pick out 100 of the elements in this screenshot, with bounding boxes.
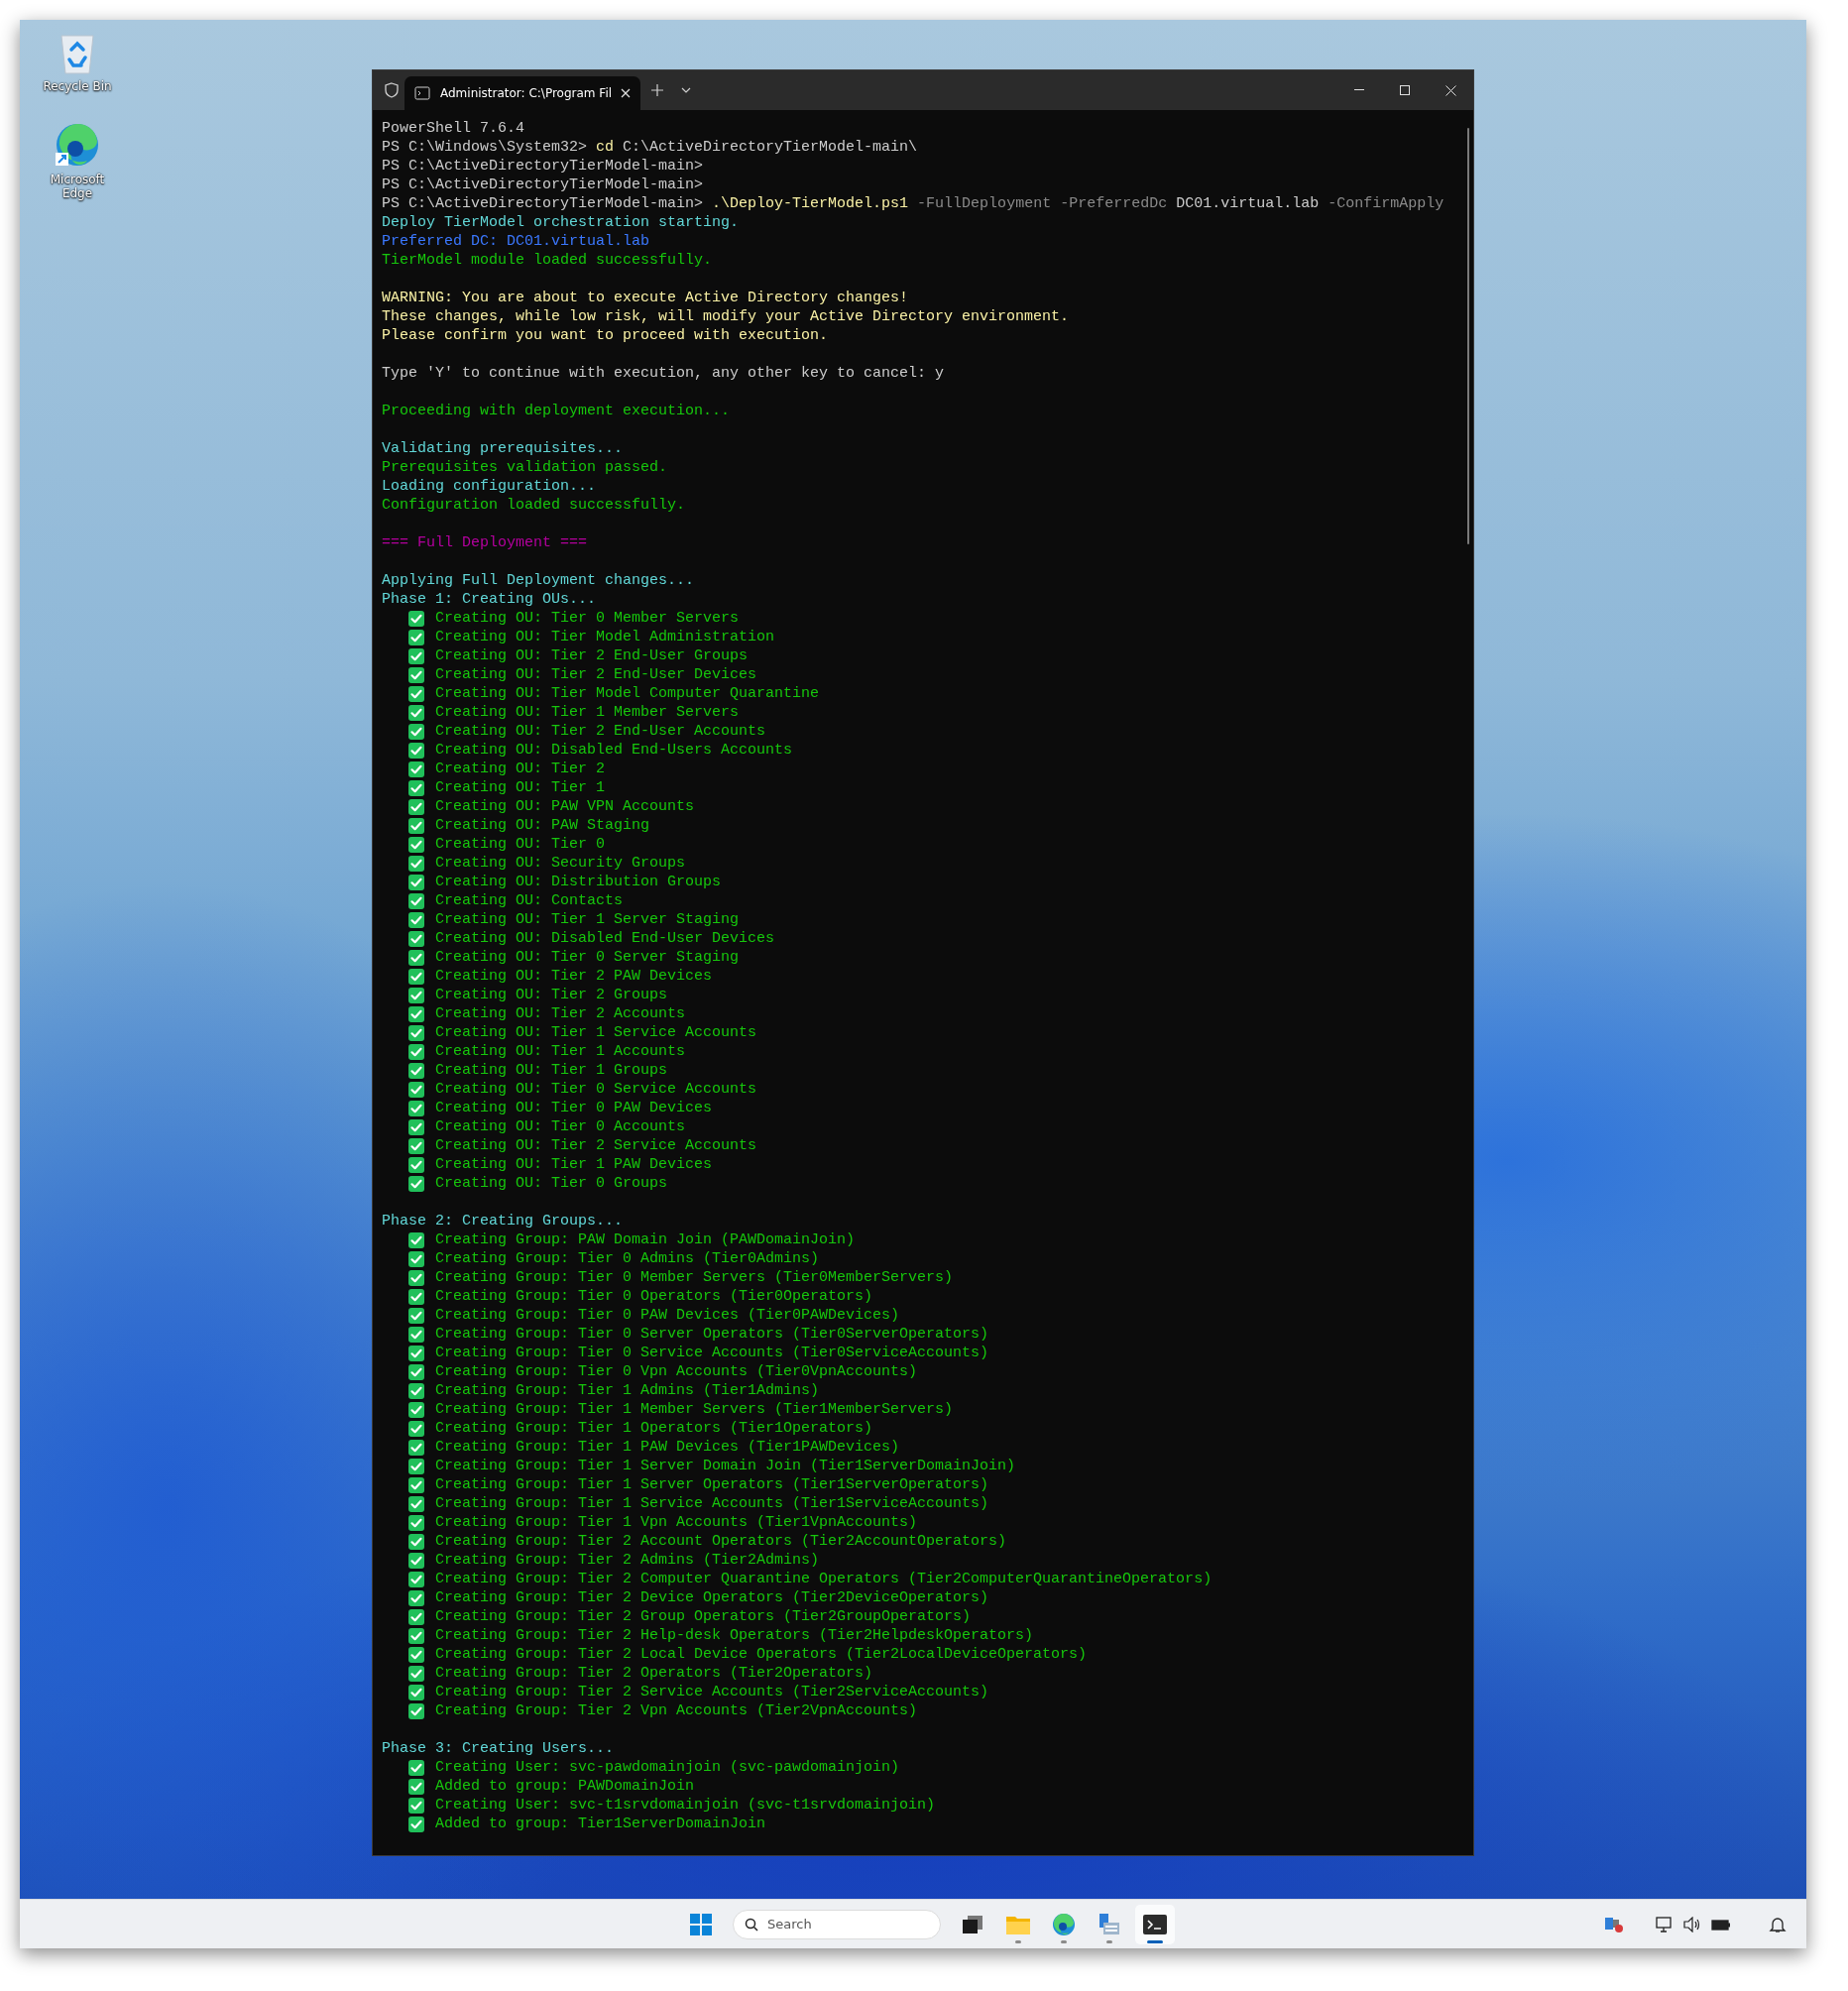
terminal-line: Creating User: svc-pawdomainjoin (svc-pawdomainjoin) (434, 1758, 900, 1777)
terminal-line: Creating Group: Tier 2 Service Accounts (Tier2ServiceAccounts) (434, 1683, 989, 1701)
terminal-line: Creating OU: Tier 0 PAW Devices (434, 1099, 713, 1117)
check-icon (408, 742, 424, 759)
terminal-line: PS C:\ActiveDirectoryTierModel-main> (382, 176, 704, 194)
terminal-line: Creating Group: Tier 0 Server Operators (Tier0ServerOperators) (434, 1325, 989, 1344)
terminal-line: Proceeding with deployment execution... (382, 402, 731, 420)
scrollbar[interactable] (1467, 128, 1469, 544)
terminal-line: Creating OU: Tier 1 Accounts (434, 1042, 686, 1061)
check-icon (408, 855, 424, 872)
terminal-line: Creating Group: Tier 0 Operators (Tier0Operators) (434, 1287, 873, 1306)
check-icon (408, 930, 424, 947)
recycle-bin-icon[interactable] (58, 32, 97, 75)
terminal-line: Creating Group: Tier 2 Admins (Tier2Admins) (434, 1551, 820, 1570)
check-icon (408, 779, 424, 796)
terminal-line: Please confirm you want to proceed with execution. (382, 326, 829, 345)
terminal-line: Creating Group: Tier 1 PAW Devices (Tier1PAWDevices) (434, 1438, 900, 1457)
terminal-line: Creating Group: Tier 2 Account Operators (Tier2AccountOperators) (434, 1532, 1007, 1551)
desktop-icon-label[interactable]: Recycle Bin (40, 79, 115, 93)
terminal-line: Creating Group: Tier 1 Server Domain Join (Tier1ServerDomainJoin) (434, 1457, 1016, 1475)
check-icon (408, 1533, 424, 1550)
terminal-line: Creating OU: Tier 2 End-User Accounts (434, 722, 766, 741)
check-icon (408, 647, 424, 664)
terminal-line: Applying Full Deployment changes... (382, 571, 695, 590)
terminal-line: These changes, while low risk, will modify your Active Directory environment. (382, 307, 1070, 326)
terminal-line: Creating OU: Tier 1 Server Staging (434, 910, 740, 929)
terminal-line: Creating User: svc-t1srvdomainjoin (svc-t1srvdomainjoin) (434, 1796, 936, 1815)
terminal-line: Creating Group: Tier 1 Admins (Tier1Admins) (434, 1381, 820, 1400)
terminal-line: Type 'Y' to continue with execution, any other key to cancel: y (382, 364, 945, 383)
terminal-line: Creating Group: Tier 2 Help-desk Operators (Tier2HelpdeskOperators) (434, 1626, 1034, 1645)
check-icon (408, 1156, 424, 1173)
terminal-line: Creating Group: Tier 0 Member Servers (Tier0MemberServers) (434, 1268, 954, 1287)
speaker-icon[interactable] (1683, 1916, 1701, 1932)
network-status-icon[interactable] (1604, 1915, 1624, 1933)
check-icon (408, 1608, 424, 1625)
check-icon (408, 987, 424, 1003)
check-icon (408, 817, 424, 834)
desktop-icon-label[interactable]: Microsoft Edge (40, 173, 115, 200)
terminal-app-icon[interactable] (1135, 1904, 1175, 1944)
terminal-line: Creating Group: Tier 1 Service Accounts (Tier1ServiceAccounts) (434, 1494, 989, 1513)
terminal-line: Creating Group: Tier 1 Server Operators (Tier1ServerOperators) (434, 1475, 989, 1494)
terminal-line: Deploy TierModel orchestration starting. (382, 213, 740, 232)
check-icon (408, 1571, 424, 1587)
terminal-line: Creating OU: PAW Staging (434, 816, 650, 835)
terminal-line: Creating Group: Tier 0 Admins (Tier0Admins) (434, 1249, 820, 1268)
check-icon (408, 1137, 424, 1154)
terminal-line: Creating Group: Tier 1 Vpn Accounts (Tier1VpnAccounts) (434, 1513, 918, 1532)
terminal-line: Creating OU: Tier 1 Groups (434, 1061, 668, 1080)
display-icon[interactable] (1656, 1916, 1674, 1932)
check-icon (408, 1797, 424, 1814)
check-icon (408, 1702, 424, 1719)
terminal-line: Added to group: Tier1ServerDomainJoin (434, 1815, 766, 1833)
check-icon (408, 1778, 424, 1795)
terminal-line: Creating Group: Tier 0 PAW Devices (Tier0PAWDevices) (434, 1306, 900, 1325)
check-icon (408, 798, 424, 815)
terminal-line: Phase 1: Creating OUs... (382, 590, 597, 609)
check-icon (408, 1514, 424, 1531)
check-icon (408, 1175, 424, 1192)
terminal-line: === Full Deployment === (382, 533, 588, 552)
check-icon (408, 685, 424, 702)
terminal-line: Creating OU: Tier Model Administration (434, 628, 775, 646)
search-field[interactable]: Search (733, 1909, 941, 1939)
terminal-line: PS C:\ActiveDirectoryTierModel-main> (382, 157, 704, 176)
terminal-line: Prerequisites validation passed. (382, 458, 668, 477)
terminal-line: Loading configuration... (382, 477, 597, 496)
terminal-line: Creating OU: Tier 2 Groups (434, 986, 668, 1004)
notification-bell-icon[interactable] (1769, 1915, 1787, 1933)
terminal-line: PS C:\Windows\System32> cd C:\ActiveDirectoryTierModel-main\ (382, 138, 918, 157)
terminal-line: Creating Group: Tier 2 Vpn Accounts (Tier2VpnAccounts) (434, 1701, 918, 1720)
check-icon (408, 1081, 424, 1098)
terminal-line: Creating OU: Tier 1 Service Accounts (434, 1023, 757, 1042)
check-icon (408, 1118, 424, 1135)
check-icon (408, 1345, 424, 1361)
terminal-line: Creating Group: Tier 2 Local Device Operators (Tier2LocalDeviceOperators) (434, 1645, 1088, 1664)
terminal-line: Creating Group: Tier 0 Service Accounts (Tier0ServiceAccounts) (434, 1344, 989, 1362)
check-icon (408, 1382, 424, 1399)
terminal-line: Creating OU: Tier 2 Service Accounts (434, 1136, 757, 1155)
check-icon (408, 610, 424, 627)
terminal-line: Creating Group: Tier 1 Member Servers (Tier1MemberServers) (434, 1400, 954, 1419)
terminal-line: Creating OU: Tier 2 End-User Groups (434, 646, 749, 665)
check-icon (408, 1231, 424, 1248)
check-icon (408, 892, 424, 909)
terminal-line: Validating prerequisites... (382, 439, 624, 458)
terminal-line: Creating OU: Contacts (434, 891, 624, 910)
terminal-line: Configuration loaded successfully. (382, 496, 686, 515)
terminal-line: Creating OU: Tier 1 PAW Devices (434, 1155, 713, 1174)
terminal-line: Creating Group: Tier 2 Device Operators (Tier2DeviceOperators) (434, 1588, 989, 1607)
terminal-tab[interactable]: Administrator: C:\Program Fil (404, 76, 640, 110)
terminal-line: Creating OU: Disabled End-User Devices (434, 929, 775, 948)
browser-icon[interactable] (54, 121, 101, 169)
check-icon (408, 1646, 424, 1663)
battery-icon[interactable] (1711, 1917, 1731, 1932)
check-icon (408, 1420, 424, 1437)
check-icon (408, 1307, 424, 1324)
check-icon (408, 911, 424, 928)
close-icon[interactable] (621, 88, 631, 98)
check-icon (408, 1005, 424, 1022)
terminal-line: Creating OU: Tier 0 (434, 835, 606, 854)
terminal-line: WARNING: You are about to execute Active Directory changes! (382, 289, 909, 307)
check-icon (408, 968, 424, 985)
